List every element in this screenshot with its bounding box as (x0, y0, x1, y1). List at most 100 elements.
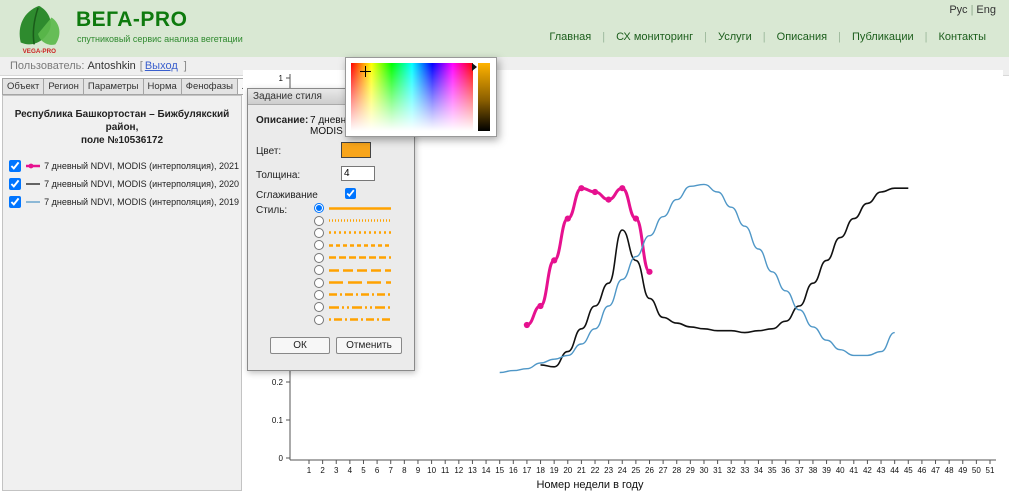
series-marker-0 (646, 269, 652, 275)
x-tick-label: 10 (427, 466, 436, 475)
tab-4[interactable]: Фенофазы (181, 78, 237, 95)
tab-2[interactable]: Параметры (83, 78, 143, 95)
style-radio[interactable] (314, 302, 324, 312)
panel-tabs: ОбъектРегионПараметрыНормаФенофазыЛегенд… (2, 78, 283, 95)
style-line-sample (327, 228, 393, 237)
style-option-6[interactable] (314, 276, 393, 288)
thickness-label: Толщина: (256, 170, 300, 181)
style-option-5[interactable] (314, 264, 393, 276)
style-radio[interactable] (314, 253, 324, 263)
x-tick-label: 8 (402, 466, 407, 475)
style-option-9[interactable] (314, 314, 393, 326)
nav-link-0[interactable]: Главная (549, 31, 591, 43)
x-tick-label: 19 (550, 466, 559, 475)
x-tick-label: 32 (727, 466, 736, 475)
lang-eng[interactable]: Eng (976, 4, 996, 16)
style-radio[interactable] (314, 265, 324, 275)
x-tick-label: 49 (958, 466, 967, 475)
legend-items: 7 дневный NDVI, MODIS (интерполяция), 20… (3, 157, 241, 211)
color-label: Цвет: (256, 146, 281, 157)
nav-link-5[interactable]: Контакты (938, 31, 986, 43)
x-tick-label: 34 (754, 466, 763, 475)
style-radio[interactable] (314, 216, 324, 226)
legend-line-sample (25, 197, 40, 207)
x-tick-label: 39 (822, 466, 831, 475)
nav-link-4[interactable]: Публикации (852, 31, 914, 43)
color-swatch[interactable] (341, 142, 371, 158)
x-tick-label: 33 (740, 466, 749, 475)
x-tick-label: 4 (348, 466, 353, 475)
style-label: Стиль: (256, 205, 287, 216)
cancel-button[interactable]: Отменить (336, 337, 402, 354)
x-tick-label: 22 (591, 466, 600, 475)
x-tick-label: 5 (361, 466, 366, 475)
lang-rus[interactable]: Рус (949, 4, 967, 16)
x-tick-label: 17 (522, 466, 531, 475)
header: VEGA-PRO ВЕГА-PRO спутниковый сервис ана… (0, 0, 1009, 57)
y-tick-label: 0 (279, 454, 284, 463)
style-radio[interactable] (314, 290, 324, 300)
x-tick-label: 44 (890, 466, 899, 475)
series-marker-0 (565, 216, 571, 222)
x-tick-label: 13 (468, 466, 477, 475)
nav-separator: | (704, 31, 707, 43)
x-tick-label: 9 (416, 466, 421, 475)
series-marker-0 (606, 197, 612, 203)
x-tick-label: 7 (388, 466, 393, 475)
x-tick-label: 40 (836, 466, 845, 475)
style-radio[interactable] (314, 315, 324, 325)
x-tick-label: 48 (945, 466, 954, 475)
smoothing-label: Сглаживание (256, 190, 318, 201)
style-line-sample (327, 315, 393, 324)
nav-link-3[interactable]: Описания (777, 31, 827, 43)
style-option-2[interactable] (314, 227, 393, 239)
main-nav: Главная|СХ мониторинг|Услуги|Описания|Пу… (538, 31, 997, 43)
style-option-1[interactable] (314, 214, 393, 226)
style-line-sample (327, 204, 393, 213)
smoothing-checkbox[interactable] (345, 188, 356, 199)
style-option-0[interactable] (314, 202, 393, 214)
legend-checkbox[interactable] (9, 160, 21, 172)
bracket-close: ] (184, 60, 187, 72)
thickness-input[interactable] (341, 166, 375, 181)
series-marker-0 (524, 322, 530, 328)
logout-link[interactable]: Выход (145, 60, 178, 72)
tab-0[interactable]: Объект (2, 78, 43, 95)
style-option-3[interactable] (314, 239, 393, 251)
style-radio[interactable] (314, 228, 324, 238)
series-marker-0 (592, 189, 598, 195)
x-tick-label: 24 (618, 466, 627, 475)
ok-button[interactable]: ОК (270, 337, 330, 354)
x-tick-label: 21 (577, 466, 586, 475)
style-radio[interactable] (314, 240, 324, 250)
x-tick-label: 12 (454, 466, 463, 475)
x-tick-label: 36 (781, 466, 790, 475)
vega-logo[interactable]: VEGA-PRO (10, 3, 68, 55)
style-radio[interactable] (314, 278, 324, 288)
x-tick-label: 18 (536, 466, 545, 475)
style-radio[interactable] (314, 203, 324, 213)
style-option-8[interactable] (314, 301, 393, 313)
nav-link-2[interactable]: Услуги (718, 31, 752, 43)
x-tick-label: 46 (917, 466, 926, 475)
bracket-open: [ (140, 60, 143, 72)
color-gradient-area[interactable] (351, 63, 473, 131)
x-tick-label: 43 (877, 466, 886, 475)
x-tick-label: 11 (441, 466, 450, 475)
x-axis-title: Номер недели в году (536, 479, 644, 491)
legend-checkbox[interactable] (9, 196, 21, 208)
lang-separator: | (971, 4, 974, 16)
x-tick-label: 6 (375, 466, 380, 475)
tab-3[interactable]: Норма (143, 78, 181, 95)
y-tick-label: 0.1 (272, 416, 284, 425)
nav-link-1[interactable]: СХ мониторинг (616, 31, 693, 43)
brightness-bar[interactable] (478, 63, 490, 131)
legend-item: 7 дневный NDVI, MODIS (интерполяция), 20… (3, 193, 241, 211)
tab-1[interactable]: Регион (43, 78, 83, 95)
legend-checkbox[interactable] (9, 178, 21, 190)
style-option-4[interactable] (314, 252, 393, 264)
logo-badge-text: VEGA-PRO (23, 48, 56, 55)
app-subtitle: спутниковый сервис анализа вегетации (77, 34, 243, 44)
style-option-7[interactable] (314, 289, 393, 301)
description-label: Описание: (256, 115, 308, 126)
